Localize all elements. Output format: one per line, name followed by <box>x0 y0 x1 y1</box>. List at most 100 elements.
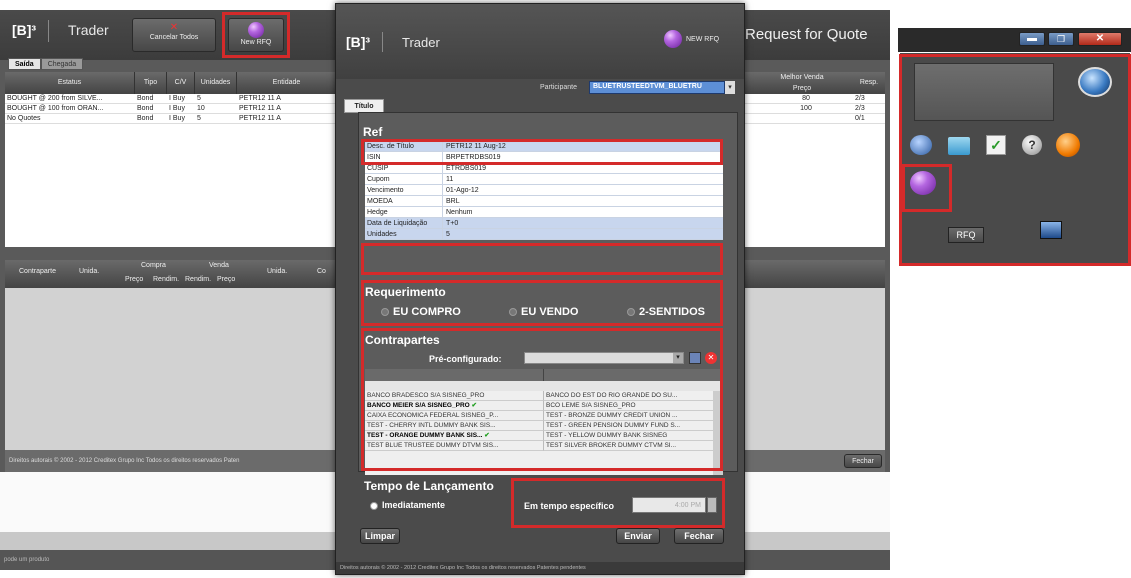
requirement-title: Requerimento <box>365 285 446 299</box>
new-rfq-label: New RFQ <box>240 39 272 46</box>
rfq-new-label: NEW RFQ <box>686 35 720 43</box>
time-input[interactable]: 4:00 PM <box>632 497 706 513</box>
close-window-icon[interactable]: ✕ <box>1078 32 1122 46</box>
ref-field-key: Cupom <box>365 174 443 184</box>
monitor-icon[interactable] <box>1040 221 1062 239</box>
best-sell-header: Melhor Venda Preço <box>757 72 847 94</box>
chevron-down-icon: ▾ <box>673 353 683 363</box>
cell-resp: 2/3 <box>855 105 865 112</box>
cell-status: BOUGHT @ 100 from ORAN... <box>7 105 104 112</box>
transfer-icon[interactable] <box>948 137 970 155</box>
time-stepper[interactable] <box>707 497 717 513</box>
ref-field-value[interactable]: T+0 <box>443 218 723 228</box>
ref-field-value[interactable]: PETR12 11 Aug-12 <box>443 141 723 151</box>
ref-field-row: Desc. de Título PETR12 11 Aug-12 <box>365 141 723 152</box>
col-entidade[interactable]: Entidade <box>237 72 337 94</box>
orange-orb-icon[interactable] <box>1056 133 1080 157</box>
rfq-header-divider <box>382 32 383 52</box>
cancel-icon: ✕ <box>169 22 179 33</box>
counterparty-left[interactable]: TEST - ORANGE DUMMY BANK SIS... ✔ <box>365 431 544 441</box>
ref-field-value[interactable]: 11 <box>443 174 723 184</box>
counterparty-left[interactable]: BANCO BRADESCO S/A SISNEG_PRO <box>365 391 544 401</box>
radio-icon <box>627 308 635 317</box>
radio-eu-compro[interactable]: EU COMPRO <box>381 306 461 318</box>
ref-field-key: Desc. de Título <box>365 141 443 151</box>
immediate-label: Imediatamente <box>382 500 446 510</box>
compass-icon[interactable] <box>1078 67 1112 97</box>
participant-value: BLUETRUSTEEDTVM_BLUETRU <box>589 81 725 94</box>
counterparty-left[interactable]: CAIXA ECONOMICA FEDERAL SISNEG_P... <box>365 411 544 421</box>
radio-2-sentidos[interactable]: 2-SENTIDOS <box>627 306 705 318</box>
preconfig-label: Pré-configurado: <box>429 354 502 364</box>
restore-icon[interactable]: ❐ <box>1048 32 1074 46</box>
mini-app-panel: ✓ ? RFQ <box>900 53 1130 265</box>
col-estatus[interactable]: Estatus <box>5 72 135 94</box>
eu-vendo-label: EU VENDO <box>521 306 579 318</box>
ref-field-value[interactable]: Nenhum <box>443 207 723 217</box>
counterparty-right[interactable]: TEST - YELLOW DUMMY BANK SISNEG <box>544 431 723 441</box>
rfq-form-body: Ref Desc. de Título PETR12 11 Aug-12 ISIN B… <box>358 112 738 475</box>
checklist-icon[interactable]: ✓ <box>986 135 1006 155</box>
counterparty-left[interactable]: BANCO MEIER S/A SISNEG_PRO ✔ <box>365 401 544 411</box>
cancel-all-label: Cancelar Todos <box>149 34 199 41</box>
ref-field-value[interactable]: 01-Ago-12 <box>443 185 723 195</box>
radio-icon <box>509 308 517 317</box>
ref-field-row: CUSIP ETRDBS019 <box>365 163 723 174</box>
radio-immediate[interactable]: Imediatamente <box>370 500 445 510</box>
help-icon[interactable]: ? <box>1022 135 1042 155</box>
ref-field-row: Unidades 5 <box>365 229 723 240</box>
cancel-all-button[interactable]: ✕ Cancelar Todos <box>132 18 216 52</box>
preconfig-select[interactable]: ▾ <box>524 352 684 364</box>
col-venda-rendim: Rendim. <box>185 276 212 283</box>
save-preset-icon[interactable] <box>689 352 701 364</box>
tab-titulo[interactable]: Título <box>344 99 384 113</box>
table-row-right[interactable]: 0/1 <box>757 114 885 124</box>
ref-field-row: Cupom 11 <box>365 174 723 185</box>
col-co: Co <box>317 268 326 275</box>
specific-time-label[interactable]: Em tempo específico <box>524 501 614 511</box>
new-rfq-button[interactable]: New RFQ <box>228 18 284 52</box>
chevron-down-icon: ▾ <box>725 81 735 94</box>
col-unida-2: Unida. <box>267 268 288 275</box>
ref-field-value[interactable]: BRL <box>443 196 723 206</box>
tab-saida[interactable]: Saída <box>8 58 41 70</box>
tab-chegada[interactable]: Chegada <box>40 58 84 70</box>
rfq-mini-button[interactable]: RFQ <box>948 227 984 243</box>
fechar-bg-button[interactable]: Fechar <box>844 454 882 468</box>
ref-section-title: Ref <box>363 125 383 139</box>
counterparty-scrollbar[interactable] <box>713 391 723 475</box>
radio-eu-vendo[interactable]: EU VENDO <box>509 306 578 318</box>
rfq-new-indicator[interactable]: NEW RFQ <box>664 30 719 48</box>
counterparty-right[interactable]: TEST SILVER BROKER DUMMY CTVM SI... <box>544 441 723 451</box>
participant-select[interactable]: BLUETRUSTEEDTVM_BLUETRU ▾ <box>589 81 735 94</box>
close-button[interactable]: Fechar <box>674 528 724 544</box>
counterparty-left[interactable]: TEST - CHERRY INTL DUMMY BANK SIS... <box>365 421 544 431</box>
counterparty-right[interactable]: TEST - GREEN PENSION DUMMY FUND S... <box>544 421 723 431</box>
ref-field-value[interactable]: BRPETRDBS019 <box>443 152 723 162</box>
counterparties-title: Contrapartes <box>365 333 440 347</box>
counterparty-right[interactable]: TEST - BRONZE DUMMY CREDIT UNION ... <box>544 411 723 421</box>
minimize-icon[interactable]: ▬ <box>1019 32 1045 46</box>
table-row-right[interactable]: 100 2/3 <box>757 104 885 114</box>
send-button[interactable]: Enviar <box>616 528 660 544</box>
clear-button[interactable]: Limpar <box>360 528 400 544</box>
ref-field-value[interactable]: ETRDBS019 <box>443 163 723 173</box>
table-row-right[interactable]: 80 2/3 <box>757 94 885 104</box>
counterparty-left[interactable]: TEST BLUE TRUSTEE DUMMY DTVM SIS... <box>365 441 544 451</box>
cell-preco: 100 <box>800 105 812 112</box>
chat-bubble-icon[interactable] <box>910 135 932 155</box>
rfq-purple-orb-icon[interactable] <box>910 171 936 195</box>
col-tipo[interactable]: Tipo <box>135 72 167 94</box>
ref-field-value[interactable]: 5 <box>443 229 723 239</box>
counterparty-name: TEST - CHERRY INTL DUMMY BANK SIS... <box>367 422 496 429</box>
col-unidades[interactable]: Unidades <box>195 72 237 94</box>
cell-status: No Quotes <box>7 115 41 122</box>
launch-title: Tempo de Lançamento <box>364 479 494 493</box>
col-venda: Venda <box>209 262 229 269</box>
delete-preset-icon[interactable]: ✕ <box>705 352 717 364</box>
col-cv[interactable]: C/V <box>167 72 195 94</box>
rfq-orb-icon <box>664 30 682 48</box>
counterparty-right[interactable]: BANCO DO EST DO RIO GRANDE DO SU... <box>544 391 723 401</box>
counterparty-right[interactable]: BCO LEME S/A SISNEG_PRO <box>544 401 723 411</box>
ref-field-key: ISIN <box>365 152 443 162</box>
